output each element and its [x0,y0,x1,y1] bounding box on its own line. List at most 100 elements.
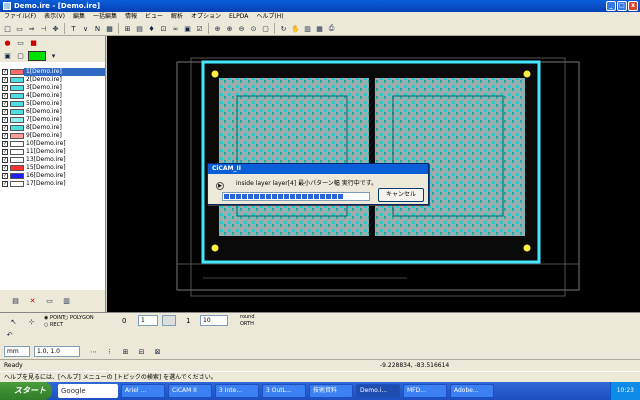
close-button[interactable]: x [628,1,638,11]
snap-mode-icon[interactable]: ⊞ [120,346,131,357]
menu-file[interactable]: ファイル(F) [4,12,36,22]
layer-visible-checkbox[interactable]: ✓ [2,85,8,91]
layer-new-icon[interactable]: ▤ [10,296,21,307]
start-button[interactable]: スタート [0,382,52,400]
menu-info[interactable]: 情報 [125,12,137,22]
layer-row[interactable]: ✓ 2[Demo.ire] [0,76,105,84]
layer-color-swatch[interactable] [10,181,24,187]
task-demo[interactable]: Demo.i... [356,384,400,398]
cancel-button[interactable]: キャンセル [378,188,424,202]
color-icon[interactable]: ▦ [104,23,115,34]
layer-visible-checkbox[interactable]: ✓ [2,149,8,155]
normal-icon[interactable]: N [92,23,103,34]
layer-dropdown-icon[interactable]: ▾ [48,51,59,62]
layer-color-swatch[interactable] [10,117,24,123]
layer-row[interactable]: ✓ 8[Demo.ire] [0,124,105,132]
layer-row[interactable]: ✓ 4[Demo.ire] [0,92,105,100]
layer-visible-checkbox[interactable]: ✓ [2,93,8,99]
layer-visible-checkbox[interactable]: ✓ [2,141,8,147]
zoom-icon[interactable]: ⊕ [212,23,223,34]
node-icon[interactable]: ⊹ [26,316,37,327]
pin-icon[interactable]: ♦ [146,23,157,34]
layer-row[interactable]: ✓ 15[Demo.ire] [0,164,105,172]
layer-color-swatch[interactable] [10,125,24,131]
layer-color-icon[interactable]: ■ [28,38,39,49]
split-icon[interactable]: ⊣ [38,23,49,34]
layer-color-swatch[interactable] [10,157,24,163]
minimize-button[interactable]: _ [606,1,616,11]
layer-row[interactable]: ✓ 3[Demo.ire] [0,84,105,92]
redraw-icon[interactable]: ↻ [278,23,289,34]
grid-icon[interactable]: ▤ [134,23,145,34]
layer-visible-checkbox[interactable]: ✓ [2,109,8,115]
zoom-out-icon[interactable]: ⊖ [236,23,247,34]
pan-mode-icon[interactable]: ⊠ [152,346,163,357]
zoom-fit-icon[interactable]: ⊙ [248,23,259,34]
measure-icon[interactable]: ⊞ [122,23,133,34]
height-field[interactable]: 10 [200,315,228,326]
layer-down-icon[interactable]: ▢ [15,51,26,62]
layer-row[interactable]: ✓ 16[Demo.ire] [0,172,105,180]
task-ariel[interactable]: Ariel ... [121,384,165,398]
task-adobe[interactable]: Adobe... [450,384,494,398]
layer-visible-checkbox[interactable]: ✓ [2,181,8,187]
menu-analysis[interactable]: 解析 [171,12,183,22]
layer-color-swatch[interactable] [10,93,24,99]
unit-select[interactable]: mm [4,346,30,357]
task-mfd[interactable]: MFD... [403,384,447,398]
layer-color-swatch[interactable] [10,133,24,139]
layer-color-swatch[interactable] [10,149,24,155]
layer-row[interactable]: ✓ 13[Demo.ire] [0,156,105,164]
layer-row[interactable]: ✓ 6[Demo.ire] [0,108,105,116]
layer-info-icon[interactable]: ▥ [61,296,72,307]
layer-visible-checkbox[interactable]: ✓ [2,133,8,139]
layer-color-swatch[interactable] [10,165,24,171]
open-file-icon[interactable]: ▭ [14,23,25,34]
layer-visible-checkbox[interactable]: ✓ [2,173,8,179]
layer-open-icon[interactable]: ▭ [44,296,55,307]
undo-icon[interactable]: ↶ [4,329,15,340]
move-icon[interactable]: ✥ [50,23,61,34]
text-icon[interactable]: T [68,23,79,34]
binoculars-icon[interactable]: ∞ [170,23,181,34]
menu-view[interactable]: 表示(V) [44,12,65,22]
layer-visible-checkbox[interactable]: ✓ [2,125,8,131]
layer-row[interactable]: ✓ 9[Demo.ire] [0,132,105,140]
layer-delete-icon[interactable]: ✕ [27,296,38,307]
layer-color-swatch[interactable] [10,85,24,91]
point-radio[interactable]: ◉ POINT [44,315,65,321]
task-cicam[interactable]: CiCAM II [168,384,212,398]
arrow-right-icon[interactable]: ⇒ [26,23,37,34]
grid-dots-icon[interactable]: ⁝ [104,346,115,357]
polygon-radio[interactable]: ○ POLYGON [64,315,94,321]
task-docs[interactable]: 技術資料 [309,384,353,398]
zoom-in-icon[interactable]: ⊕ [224,23,235,34]
menu-batch-edit[interactable]: 一括編集 [93,12,117,22]
layer-row[interactable]: ✓ 1[Demo.ire] [0,68,105,76]
layer-visible-checkbox[interactable]: ✓ [2,165,8,171]
maximize-button[interactable]: □ [617,1,627,11]
menu-elpda[interactable]: ELPDA [229,12,248,22]
layer-visible-checkbox[interactable]: ✓ [2,157,8,163]
layer-row[interactable]: ✓ 10[Demo.ire] [0,140,105,148]
layer-row[interactable]: ✓ 11[Demo.ire] [0,148,105,156]
menu-edit[interactable]: 編集 [73,12,85,22]
layer-copy-icon[interactable]: ▭ [15,38,26,49]
layer-color-swatch[interactable] [10,173,24,179]
pan-icon[interactable]: ✋ [290,23,301,34]
table-icon[interactable]: ▦ [314,23,325,34]
pointer-icon[interactable]: ↖ [8,316,19,327]
layer-visible-checkbox[interactable]: ✓ [2,101,8,107]
layer-visible-checkbox[interactable]: ✓ [2,77,8,83]
menu-viewer[interactable]: ビュー [145,12,163,22]
zoom-window-icon[interactable]: ▢ [260,23,271,34]
active-color-swatch[interactable] [28,51,46,61]
ortho-mode-icon[interactable]: ⊟ [136,346,147,357]
vertex-icon[interactable]: ∨ [80,23,91,34]
google-search[interactable]: Google [58,384,118,398]
layer-row[interactable]: ✓ 5[Demo.ire] [0,100,105,108]
check-icon[interactable]: ☑ [194,23,205,34]
layout-icon[interactable]: ▥ [302,23,313,34]
grid-select[interactable]: 1.0, 1.0 [34,346,80,357]
layer-visible-checkbox[interactable]: ✓ [2,117,8,123]
